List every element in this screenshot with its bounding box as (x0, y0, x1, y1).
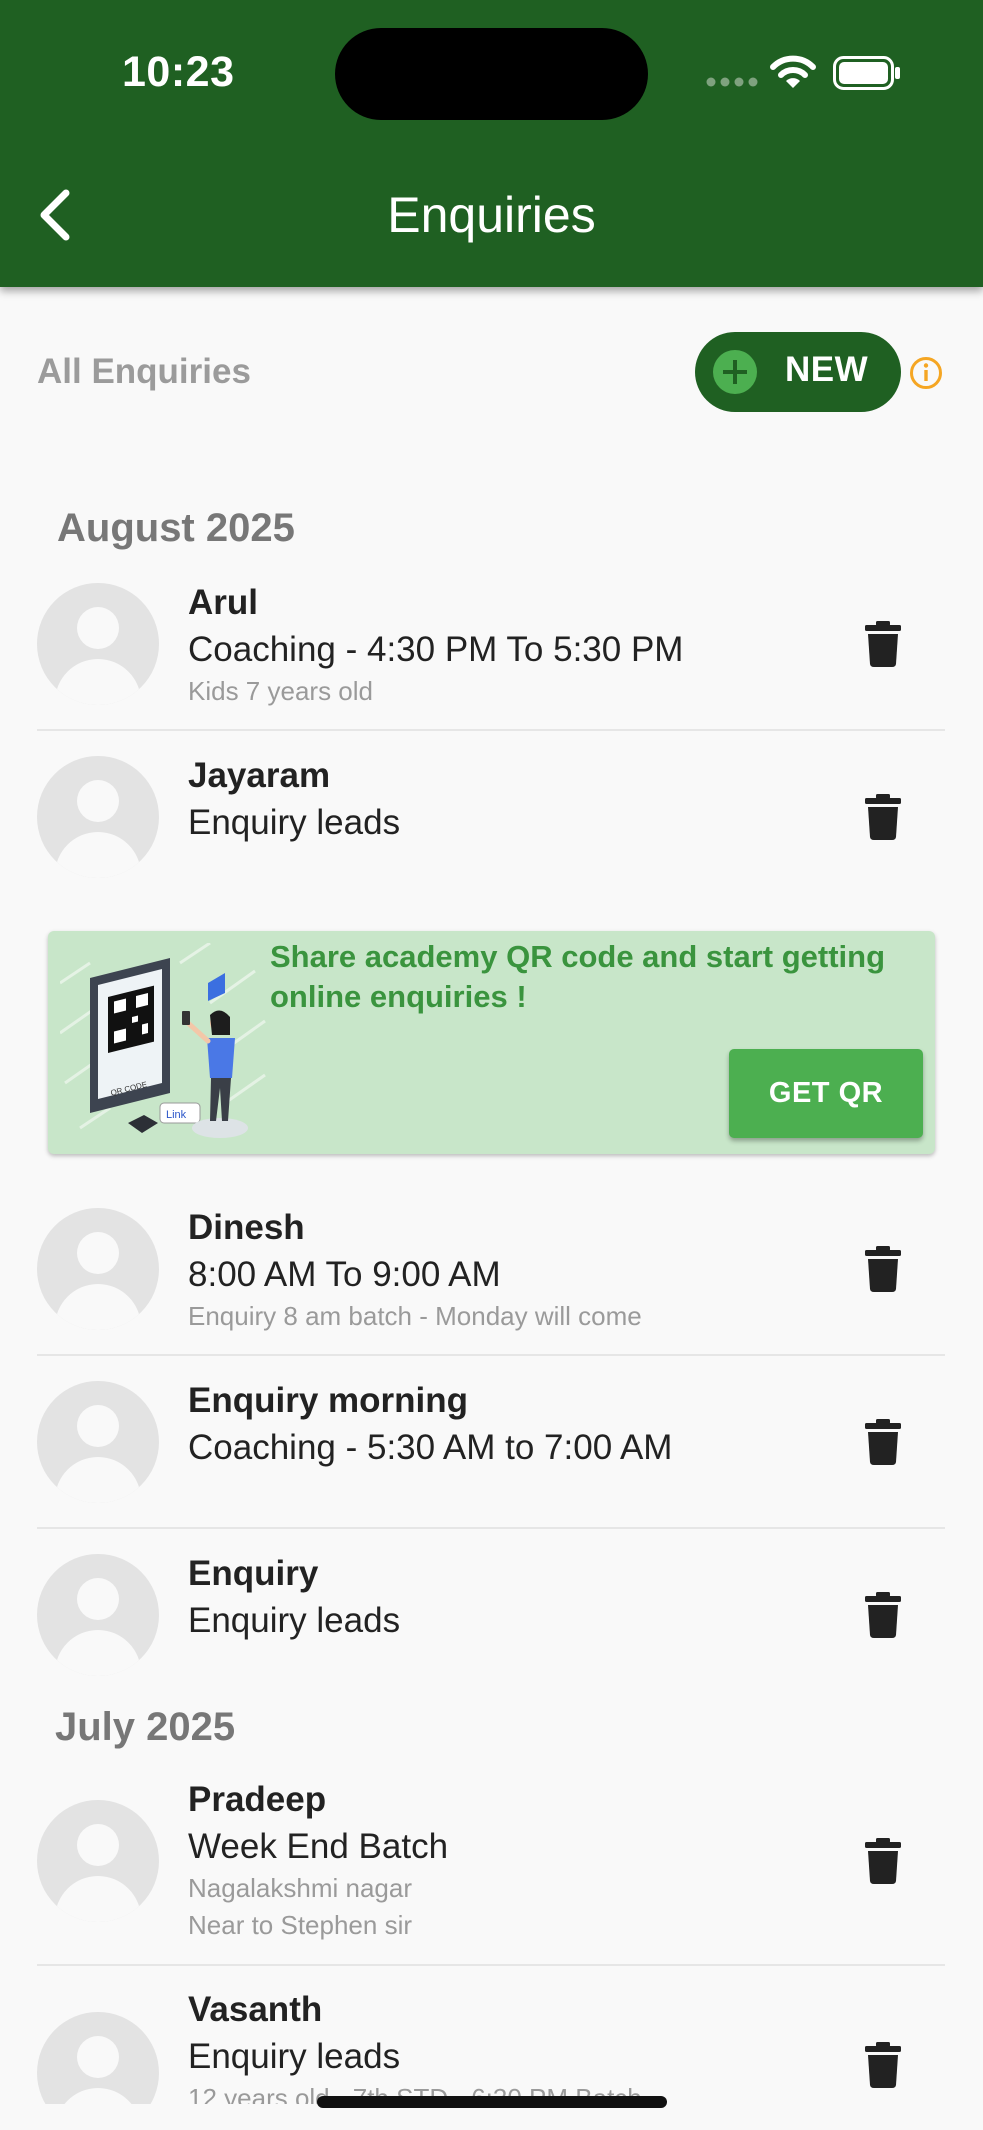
home-indicator[interactable] (317, 2096, 667, 2108)
all-enquiries-label: All Enquiries (37, 352, 251, 391)
avatar-placeholder-icon (37, 1208, 159, 1330)
avatar-placeholder-icon (37, 583, 159, 705)
enquiry-note: Kids 7 years old (188, 676, 373, 706)
qr-illustration: QR CODE Link (60, 943, 266, 1138)
enquiry-batch: 8:00 AM To 9:00 AM (188, 1255, 501, 1294)
enquiry-row[interactable]: Arul Coaching - 4:30 PM To 5:30 PM Kids … (37, 583, 945, 731)
avatar-placeholder-icon (37, 1381, 159, 1503)
page-title: Enquiries (387, 187, 596, 243)
app-bar: 10:23 Enquiries (0, 0, 983, 287)
enquiry-name: Enquiry morning (188, 1381, 468, 1420)
enquiry-note: Enquiry 8 am batch - Monday will come (188, 1301, 642, 1331)
trash-icon[interactable] (865, 794, 901, 840)
row-divider (37, 729, 945, 731)
enquiry-name: Vasanth (188, 1990, 323, 2029)
info-icon[interactable] (909, 356, 943, 390)
enquiry-batch: Enquiry leads (188, 803, 401, 842)
dynamic-island (335, 28, 648, 120)
avatar-placeholder-icon (37, 756, 159, 878)
enquiry-name: Jayaram (188, 756, 331, 795)
enquiry-batch: Coaching - 5:30 AM to 7:00 AM (188, 1428, 673, 1467)
enquiry-name: Enquiry (188, 1554, 319, 1593)
banner-message: Share academy QR code and start getting … (270, 939, 886, 1014)
enquiry-name: Pradeep (188, 1780, 327, 1819)
trash-icon[interactable] (865, 2042, 901, 2088)
trash-icon[interactable] (865, 1838, 901, 1884)
enquiry-note: Nagalakshmi nagar (188, 1873, 413, 1903)
row-divider (37, 1354, 945, 1356)
enquiry-batch: Enquiry leads (188, 1601, 401, 1640)
new-enquiry-button[interactable]: NEW (695, 332, 901, 412)
enquiry-note-2: Near to Stephen sir (188, 1910, 413, 1940)
avatar-placeholder-icon (37, 1554, 159, 1676)
enquiry-row[interactable]: Dinesh 8:00 AM To 9:00 AM Enquiry 8 am b… (37, 1208, 945, 1356)
enquiry-row[interactable]: Enquiry Enquiry leads (37, 1554, 945, 1678)
trash-icon[interactable] (865, 1246, 901, 1292)
enquiry-row[interactable]: Jayaram Enquiry leads (37, 756, 945, 880)
plus-icon (713, 350, 757, 394)
avatar-placeholder-icon (37, 2012, 159, 2104)
new-button-label: NEW (785, 350, 869, 389)
link-label: Link (166, 1109, 187, 1121)
enquiry-row[interactable]: Vasanth Enquiry leads 12 years old - 7th… (37, 1990, 945, 2104)
row-divider (37, 1964, 945, 1966)
enquiry-name: Arul (188, 583, 258, 622)
enquiry-name: Dinesh (188, 1208, 305, 1247)
enquiry-batch: Week End Batch (188, 1827, 449, 1866)
month-header: August 2025 (57, 506, 295, 550)
trash-icon[interactable] (865, 1419, 901, 1465)
trash-icon[interactable] (865, 621, 901, 667)
trash-icon[interactable] (865, 1592, 901, 1638)
battery-icon (833, 56, 900, 90)
enquiry-batch: Coaching - 4:30 PM To 5:30 PM (188, 630, 684, 669)
qr-promo-banner: QR CODE Link Share academy QR code and s… (48, 931, 935, 1154)
enquiry-row[interactable]: Pradeep Week End Batch Nagalakshmi nagar… (37, 1780, 945, 1966)
wifi-icon (770, 55, 816, 88)
row-divider (37, 1527, 945, 1529)
avatar-placeholder-icon (37, 1800, 159, 1922)
signal-icon (706, 77, 758, 87)
status-time: 10:23 (122, 48, 235, 96)
enquiry-row[interactable]: Enquiry morning Coaching - 5:30 AM to 7:… (37, 1381, 945, 1529)
get-qr-button[interactable]: GET QR (729, 1049, 923, 1138)
enquiry-batch: Enquiry leads (188, 2037, 401, 2076)
month-header: July 2025 (55, 1705, 236, 1749)
